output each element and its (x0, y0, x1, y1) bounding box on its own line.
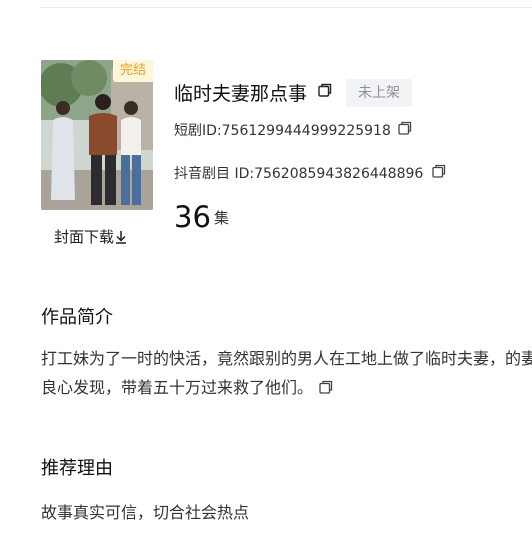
douyin-drama-id: 抖音剧目 ID:7562085943826448896 (174, 166, 424, 182)
intro-heading: 作品简介 (41, 307, 113, 328)
short-drama-id: 短剧ID:7561299444999225918 (174, 123, 391, 139)
completed-badge: 完结 (113, 60, 153, 82)
cover-illustration (41, 60, 153, 210)
copy-icon[interactable] (318, 83, 332, 97)
cover-download-label: 封面下载 (54, 228, 115, 246)
intro-text: 打工妹为了一时的快活，竟然跟别的男人在工地上做了临时夫妻，的妻子良心发现，带着五… (41, 349, 532, 397)
cover-image[interactable]: 完结 (41, 60, 153, 210)
episode-unit: 集 (214, 209, 230, 227)
status-badge: 未上架 (346, 79, 412, 107)
copy-icon[interactable] (319, 374, 333, 394)
drama-title: 临时夫妻那点事 (174, 83, 308, 105)
episode-count: 36 (174, 200, 211, 234)
copy-icon[interactable] (432, 164, 446, 178)
top-divider (40, 7, 532, 8)
cover-download-button[interactable]: 封面下载 (54, 226, 127, 247)
copy-icon[interactable] (398, 121, 412, 135)
download-icon (115, 230, 127, 244)
reason-heading: 推荐理由 (41, 458, 113, 479)
reason-text: 故事真实可信，切合社会热点 (41, 503, 250, 522)
intro-text-block: 打工妹为了一时的快活，竟然跟别的男人在工地上做了临时夫妻，的妻子良心发现，带着五… (41, 344, 532, 402)
